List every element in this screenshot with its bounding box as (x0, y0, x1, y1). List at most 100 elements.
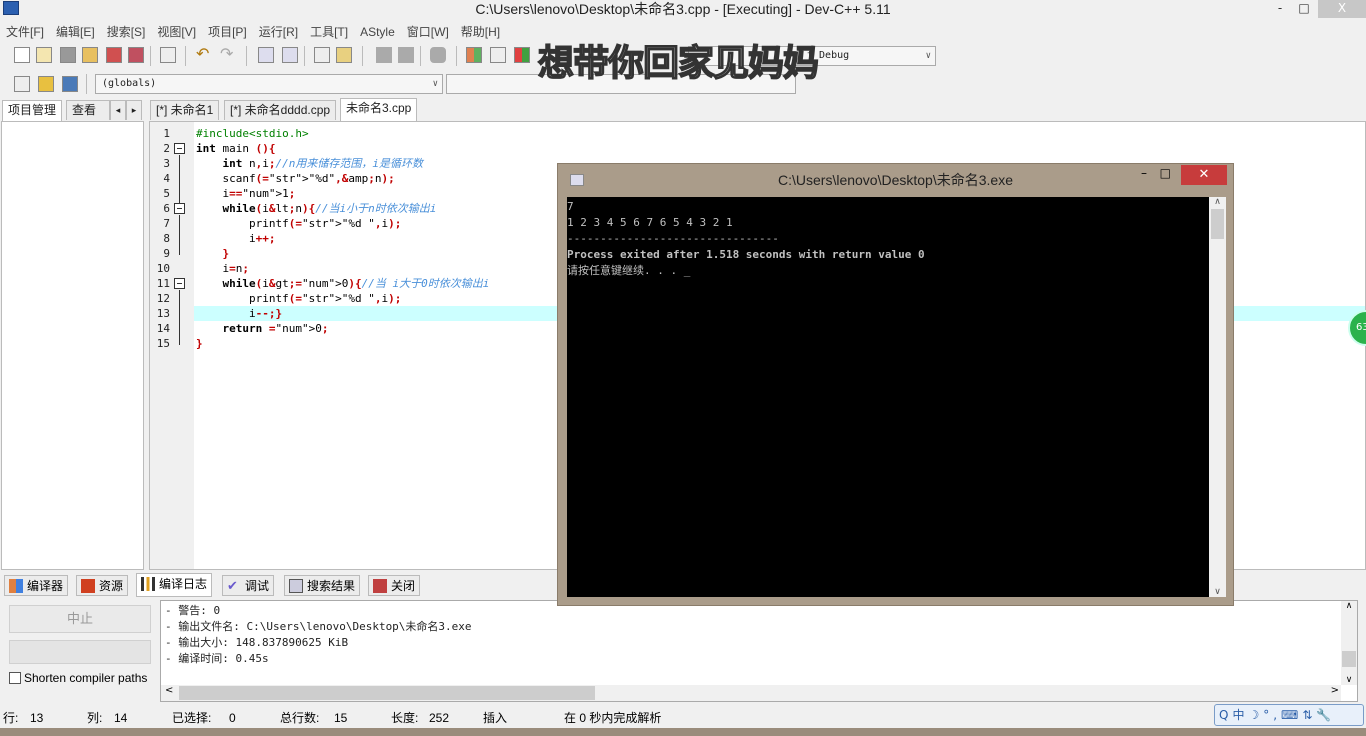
menu-run[interactable]: 运行[R] (253, 22, 304, 42)
tab-close[interactable]: 关闭 (368, 575, 421, 596)
menu-window[interactable]: 窗口[W] (401, 22, 455, 42)
code-text: } (222, 247, 230, 260)
code-text: } (196, 337, 203, 350)
checkbox[interactable] (9, 672, 21, 684)
code-text: i++; (196, 232, 276, 245)
menu-edit[interactable]: 编辑[E] (50, 22, 101, 42)
abort-button[interactable]: 中止 (9, 605, 151, 633)
console-output[interactable]: 7 1 2 3 4 5 6 7 6 5 4 3 2 1 --------------… (567, 197, 1209, 597)
bookmark-prev-icon[interactable] (376, 47, 392, 63)
log-line: - 编译时间: 0.45s (165, 652, 269, 665)
console-window[interactable]: C:\Users\lenovo\Desktop\未命名3.exe – □ ✕ 7… (557, 163, 1234, 606)
log-vscrollbar[interactable]: ∧ ∨ (1341, 601, 1357, 685)
find-icon[interactable] (258, 47, 274, 63)
line-number: 12 (156, 292, 170, 305)
menu-project[interactable]: 项目[P] (202, 22, 253, 42)
toolbar-separator (246, 46, 247, 66)
run-icon[interactable] (490, 47, 506, 63)
new-file-icon[interactable] (14, 47, 30, 63)
tab-compile-log[interactable]: 编译日志 (136, 573, 213, 597)
code-text: scanf(="str">"%d",&amp;n); (196, 172, 395, 185)
project-options-icon[interactable] (62, 76, 78, 92)
scroll-up-icon[interactable]: ∧ (1209, 197, 1226, 207)
close-file-icon[interactable] (106, 47, 122, 63)
shorten-paths-checkbox[interactable]: Shorten compiler paths (9, 670, 147, 686)
scroll-up-icon[interactable]: ∧ (1341, 601, 1357, 611)
editor-tab[interactable]: [*] 未命名1 (150, 100, 220, 120)
undo-icon[interactable]: ↶ (196, 44, 209, 63)
tab-project-manager[interactable]: 项目管理 (2, 100, 63, 121)
console-maximize-button[interactable]: □ (1160, 166, 1171, 180)
log-line: - 警告: 0 (165, 604, 221, 617)
fold-toggle-icon[interactable] (174, 203, 185, 214)
goto-icon[interactable] (430, 47, 446, 63)
project-insert-icon[interactable] (14, 76, 30, 92)
editor-tab[interactable]: [*] 未命名dddd.cpp (224, 100, 337, 120)
unindent-icon[interactable] (336, 47, 352, 63)
fold-toggle-icon[interactable] (174, 278, 185, 289)
line-number: 13 (156, 307, 170, 320)
print-icon[interactable] (160, 47, 176, 63)
search-icon (289, 579, 303, 593)
menu-help[interactable]: 帮助[H] (455, 22, 506, 42)
scroll-down-icon[interactable]: ∨ (1209, 587, 1226, 597)
bookmark-next-icon[interactable] (398, 47, 414, 63)
tab-label: 资源 (99, 579, 124, 593)
scope-select[interactable]: (globals) ∨ (95, 74, 443, 94)
log-hscroll-thumb[interactable] (179, 686, 595, 700)
toolbar-separator (185, 46, 186, 66)
save-icon[interactable] (60, 47, 76, 63)
chevron-down-icon: ∨ (925, 51, 931, 61)
menu-file[interactable]: 文件[F] (0, 22, 50, 42)
minimize-button[interactable]: - (1270, 0, 1290, 18)
line-number: 3 (163, 157, 170, 170)
scroll-thumb[interactable] (1342, 651, 1356, 667)
scroll-right-icon[interactable]: > (1331, 685, 1339, 696)
tab-compiler[interactable]: 编译器 (4, 575, 69, 596)
toolbar-separator (420, 46, 421, 66)
line-number: 1 (163, 127, 170, 140)
editor-tab-active[interactable]: 未命名3.cpp (340, 98, 418, 121)
redo-icon[interactable]: ↷ (220, 44, 233, 63)
line-number: 5 (163, 187, 170, 200)
scroll-thumb[interactable] (1211, 209, 1224, 239)
scroll-left-icon[interactable]: < (165, 685, 173, 696)
close-all-icon[interactable] (128, 47, 144, 63)
console-minimize-button[interactable]: – (1141, 166, 1147, 180)
fold-toggle-icon[interactable] (174, 143, 185, 154)
close-button[interactable]: X (1318, 0, 1366, 18)
menu-view[interactable]: 视图[V] (151, 22, 202, 42)
status-col-label: 列: (87, 711, 103, 725)
tab-scroll-right[interactable]: ▸ (126, 100, 142, 120)
open-file-icon[interactable] (36, 47, 52, 63)
title-bar: C:\Users\lenovo\Desktop\未命名3.cpp - [Exec… (0, 0, 1366, 20)
replace-icon[interactable] (282, 47, 298, 63)
scroll-down-icon[interactable]: ∨ (1341, 675, 1357, 685)
save-all-icon[interactable] (82, 47, 98, 63)
compile-progress (9, 640, 151, 664)
menu-tools[interactable]: 工具[T] (304, 22, 354, 42)
tab-label: 关闭 (391, 579, 416, 593)
menu-search[interactable]: 搜索[S] (101, 22, 152, 42)
log-line: - 输出大小: 148.837890625 KiB (165, 636, 349, 649)
check-icon: ✔ (227, 578, 238, 593)
indent-icon[interactable] (314, 47, 330, 63)
compile-run-icon[interactable] (514, 47, 530, 63)
console-close-button[interactable]: ✕ (1181, 165, 1227, 185)
tab-search-results[interactable]: 搜索结果 (284, 575, 361, 596)
tab-resources[interactable]: 资源 (76, 575, 129, 596)
menu-astyle[interactable]: AStyle (354, 22, 401, 42)
console-scrollbar[interactable]: ∧ ∨ (1209, 197, 1226, 597)
line-number: 8 (163, 232, 170, 245)
ime-toolbar[interactable]: Q中☽°,⌨⇅🔧 (1214, 704, 1364, 726)
maximize-button[interactable]: □ (1294, 0, 1314, 18)
tab-class-browser[interactable]: 查看类 (66, 100, 110, 120)
compile-icon[interactable] (466, 47, 482, 63)
tab-scroll-left[interactable]: ◂ (110, 100, 126, 120)
line-number: 9 (163, 247, 170, 260)
code-text: int n,i;//n用来储存范围，i是循环数 (222, 157, 424, 170)
project-add-icon[interactable] (38, 76, 54, 92)
code-text: printf(="str">"%d ",i); (196, 292, 402, 305)
watermark-text: 想带你回家见妈妈 (537, 43, 820, 85)
tab-debug[interactable]: ✔ 调试 (222, 575, 275, 596)
